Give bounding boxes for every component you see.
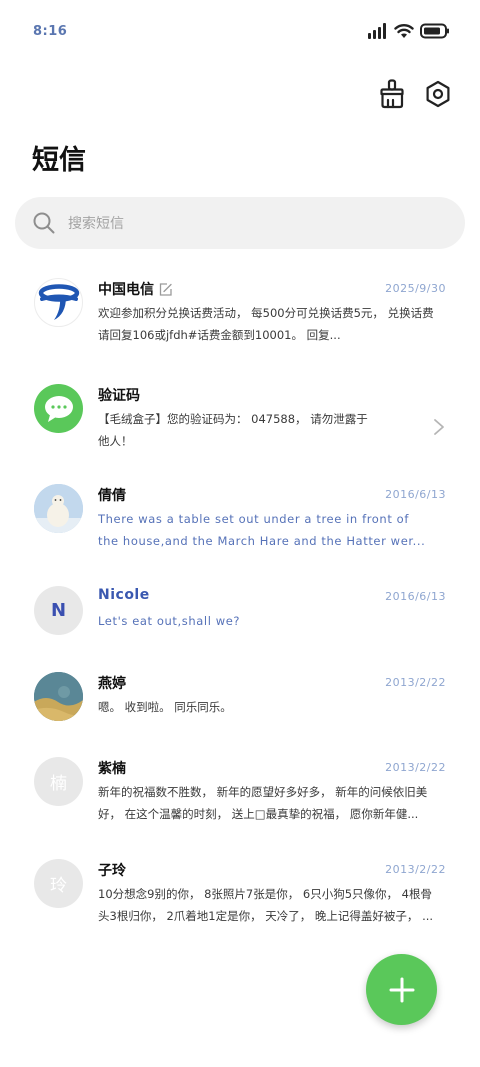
contact-name: 中国电信 [98, 279, 173, 299]
message-thread[interactable]: N Nicole 2016/6/13 Let's eat out,shall w… [0, 586, 480, 676]
avatar [34, 384, 83, 433]
new-message-button[interactable] [366, 954, 437, 1025]
landscape-photo-icon [34, 672, 83, 721]
china-telecom-logo-icon [38, 283, 79, 320]
message-thread[interactable]: 验证码 【毛绒盒子】您的验证码为： 047588， 请勿泄露于 他人！ [0, 384, 480, 474]
message-preview: 新年的祝福数不胜数， 新年的愿望好多好多， 新年的问候依旧美 好， 在这个温馨的… [98, 785, 428, 821]
avatar: N [34, 586, 83, 635]
contact-name: 倩倩 [98, 488, 126, 504]
signal-icon [368, 23, 386, 39]
message-preview: 【毛绒盒子】您的验证码为： 047588， 请勿泄露于 他人！ [98, 412, 368, 448]
settings-gear-icon [426, 80, 450, 108]
message-thread[interactable]: 燕婷 2013/2/22 嗯。 收到啦。 同乐同乐。 [0, 672, 480, 762]
message-thread[interactable]: 玲 子玲 2013/2/22 10分想念9别的你， 8张照片7张是你， 6只小狗… [0, 859, 480, 949]
contact-name: 燕婷 [98, 676, 126, 692]
edit-note-icon [159, 282, 172, 296]
message-preview: Let's eat out,shall we? [98, 614, 241, 628]
search-placeholder: 搜索短信 [68, 216, 124, 232]
avatar: 玲 [34, 859, 83, 908]
search-input[interactable]: 搜索短信 [15, 197, 465, 249]
message-preview: 嗯。 收到啦。 同乐同乐。 [98, 700, 232, 714]
avatar [34, 672, 83, 721]
clean-button[interactable] [376, 78, 408, 110]
settings-button[interactable] [422, 78, 454, 110]
page-title: 短信 [32, 145, 86, 176]
message-date: 2013/2/22 [385, 676, 446, 689]
contact-name: 紫楠 [98, 761, 126, 777]
plus-icon [389, 977, 414, 1002]
message-thread[interactable]: 中国电信 2025/9/30 欢迎参加积分兑换话费活动， 每500分可兑换话费5… [0, 278, 480, 368]
message-date: 2016/6/13 [385, 590, 446, 603]
message-thread[interactable]: 倩倩 2016/6/13 There was a table set out u… [0, 484, 480, 574]
message-date: 2016/6/13 [385, 488, 446, 501]
battery-icon [420, 23, 449, 39]
chevron-right-icon [434, 419, 444, 435]
status-bar: 8:16 [0, 0, 480, 66]
message-date: 2025/9/30 [385, 282, 446, 295]
message-date: 2013/2/22 [385, 761, 446, 774]
status-time: 8:16 [33, 24, 68, 39]
avatar: 楠 [34, 757, 83, 806]
avatar [34, 278, 83, 327]
message-preview: There was a table set out under a tree i… [98, 512, 426, 548]
contact-name: Nicole [98, 587, 150, 603]
search-icon [33, 212, 55, 234]
message-thread[interactable]: 楠 紫楠 2013/2/22 新年的祝福数不胜数， 新年的愿望好多好多， 新年的… [0, 757, 480, 847]
message-preview: 欢迎参加积分兑换话费活动， 每500分可兑换话费5元， 兑换话费 请回复106或… [98, 306, 434, 342]
wifi-icon [394, 24, 414, 38]
clean-brush-icon [380, 79, 404, 109]
avatar [34, 484, 83, 533]
message-date: 2013/2/22 [385, 863, 446, 876]
contact-name: 子玲 [98, 863, 126, 879]
polar-bear-photo-icon [34, 484, 83, 533]
message-preview: 10分想念9别的你， 8张照片7张是你， 6只小狗5只像你， 4根骨 头3根归你… [98, 887, 434, 923]
contact-name: 验证码 [98, 388, 140, 404]
message-bubble-icon [44, 395, 73, 422]
